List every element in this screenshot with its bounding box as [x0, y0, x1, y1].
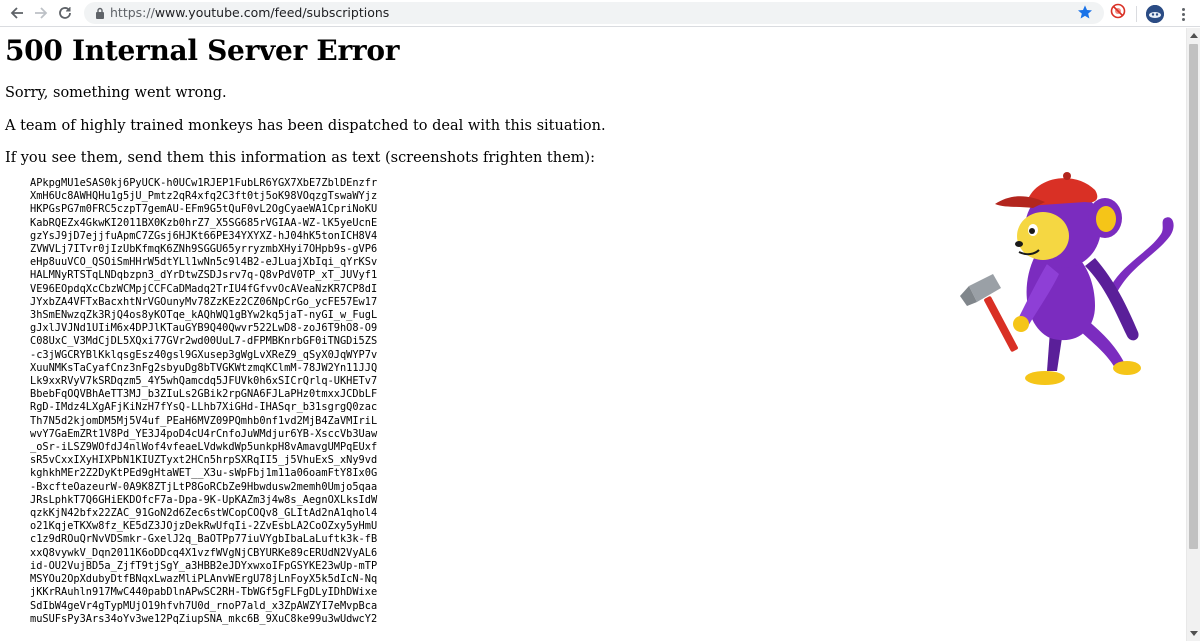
forward-button[interactable]	[30, 3, 52, 25]
address-bar[interactable]: https://www.youtube.com/feed/subscriptio…	[84, 2, 1104, 24]
scroll-down-icon[interactable]	[1190, 631, 1198, 636]
bookmark-star-button[interactable]	[1075, 4, 1095, 24]
page-title: 500 Internal Server Error	[5, 34, 400, 67]
reload-button[interactable]	[54, 3, 76, 25]
browser-toolbar: https://www.youtube.com/feed/subscriptio…	[0, 0, 1200, 27]
url-text[interactable]: https://www.youtube.com/feed/subscriptio…	[110, 5, 389, 20]
scrollbar-thumb[interactable]	[1189, 44, 1198, 549]
error-message: Sorry, something went wrong.	[5, 85, 227, 101]
error-info-block[interactable]: APkpgMU1eSAS0kj6PyUCK-h0UCw1RJEP1FubLR6Y…	[30, 177, 377, 626]
blocked-extension-icon	[1110, 3, 1126, 23]
vertical-scrollbar[interactable]	[1186, 28, 1200, 641]
scroll-up-icon[interactable]	[1190, 33, 1198, 38]
extension-button[interactable]	[1110, 3, 1126, 23]
back-arrow-icon	[10, 5, 24, 24]
toolbar-divider	[1136, 6, 1137, 22]
more-vert-icon[interactable]	[1178, 5, 1188, 23]
instructions-message: If you see them, send them this informat…	[5, 150, 595, 166]
monkeys-message: A team of highly trained monkeys has bee…	[5, 118, 606, 134]
star-icon	[1077, 4, 1093, 24]
url-host-path: www.youtube.com/feed/subscriptions	[154, 5, 390, 20]
page-content: 500 Internal Server Error Sorry, somethi…	[0, 28, 1186, 641]
forward-arrow-icon	[34, 5, 48, 24]
reload-icon	[58, 5, 72, 24]
profile-avatar[interactable]	[1146, 5, 1164, 23]
monkey-illustration	[955, 146, 1180, 386]
lock-icon[interactable]	[94, 6, 106, 20]
back-button[interactable]	[6, 3, 28, 25]
url-scheme: https://	[110, 5, 155, 20]
